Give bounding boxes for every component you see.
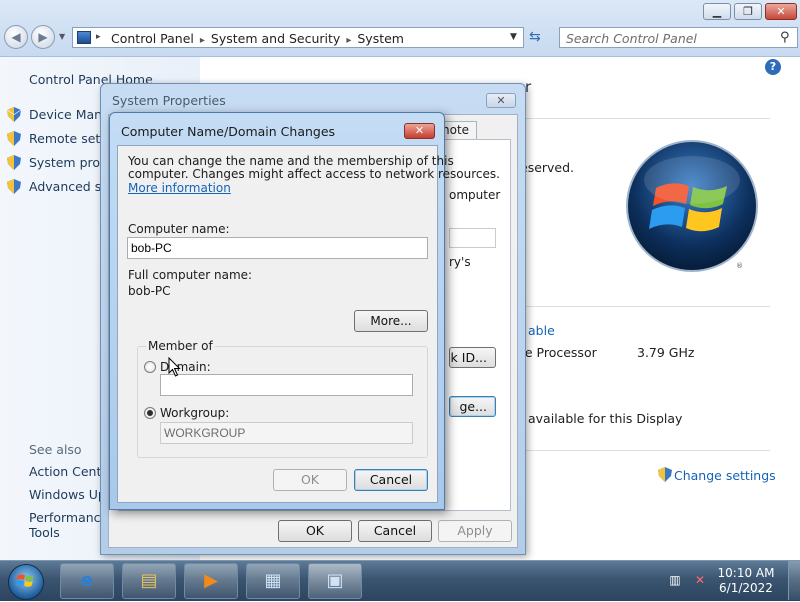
pen-touch-fragment: available for this Display [528,411,683,426]
computer-name-dialog-close-button[interactable]: ✕ [404,123,435,139]
network-tray-icon[interactable]: ▥ [667,572,683,588]
member-of-label: Member of [146,339,215,353]
action-center-link[interactable]: Action Cente [29,464,109,479]
full-computer-name-label: Full computer name: [128,268,253,282]
section-divider [526,450,770,451]
windows-explorer-icon[interactable]: ▤ [122,563,176,599]
address-bar[interactable]: ▸ Control Panel ▸ System and Security ▸ Syst… [72,27,524,48]
breadcrumb: Control Panel ▸ System and Security ▸ System [111,31,410,46]
recent-pages-icon[interactable]: ▼ [59,32,65,41]
performance-link[interactable]: Performance [29,510,108,525]
breadcrumb-arrow-icon[interactable]: ▸ [96,32,101,42]
copyright-fragment: eserved. [520,160,575,175]
example-fragment: ry's [449,255,471,269]
more-button[interactable]: More... [354,310,428,332]
windows-logo-icon [626,140,758,272]
shield-icon [7,131,21,146]
section-divider [526,118,770,119]
shield-icon [658,467,672,482]
breadcrumb-system[interactable]: System [357,31,404,46]
explorer-toolbar: ▁ ❐ ✕ ◀ ▶ ▼ ▸ Control Panel ▸ System and S… [0,0,800,57]
search-icon[interactable]: ⚲ [780,30,790,45]
processor-fragment: re Processor [520,345,597,360]
see-also-heading: See also [29,442,82,457]
breadcrumb-system-security[interactable]: System and Security [211,31,340,46]
system-properties-close-button[interactable]: ✕ [486,93,516,108]
ok-button[interactable]: OK [278,520,352,542]
description-fragment: omputer [449,188,501,202]
network-id-button[interactable]: k ID... [449,347,496,368]
workgroup-radio[interactable] [144,407,156,419]
shield-icon [7,179,21,194]
volume-muted-tray-icon[interactable]: ✕ [692,572,708,588]
close-button[interactable]: ✕ [765,3,797,20]
section-divider [526,306,770,307]
change-settings-link[interactable]: Change settings [674,468,776,483]
computer-name-dialog: Computer Name/Domain Changes ✕ You can c… [109,112,500,510]
more-information-link[interactable]: More information [128,181,231,195]
shield-icon [7,155,21,170]
cancel-button[interactable]: Cancel [358,520,432,542]
workgroup-input[interactable] [160,422,413,444]
control-panel-icon [77,31,91,44]
clock-date: 6/1/2022 [719,581,773,595]
clock-time: 10:10 AM [717,566,775,580]
breadcrumb-control-panel[interactable]: Control Panel [111,31,194,46]
performance-tools-link[interactable]: Tools [29,525,60,540]
search-input[interactable]: Search Control Panel [566,31,697,46]
breadcrumb-arrow-icon[interactable]: ▸ [200,35,205,46]
apply-button[interactable]: Apply [438,520,512,542]
rating-link-fragment[interactable]: able [528,323,555,338]
cancel-button[interactable]: Cancel [354,469,428,491]
breadcrumb-arrow-icon[interactable]: ▸ [346,35,351,46]
domain-radio[interactable] [144,361,156,373]
full-computer-name-value: bob-PC [128,284,171,298]
minimize-button[interactable]: ▁ [703,3,731,20]
workgroup-label[interactable]: Workgroup: [160,406,229,420]
computer-name-input[interactable] [127,237,428,259]
description-line-1: You can change the name and the membersh… [128,154,454,168]
system-properties-taskbar-icon[interactable]: ▣ [308,563,362,599]
mouse-cursor-icon [168,357,181,377]
maximize-button[interactable]: ❐ [734,3,762,20]
processor-speed: 3.79 GHz [637,345,695,360]
windows-start-icon [15,574,34,587]
description-line-2: computer. Changes might affect access to… [128,167,500,181]
refresh-icon[interactable]: ⇆ [529,29,541,45]
computer-name-dialog-body: You can change the name and the membersh… [117,145,500,503]
show-desktop-button[interactable] [788,561,800,600]
computer-name-dialog-title: Computer Name/Domain Changes [121,124,336,139]
help-icon[interactable]: ? [765,59,781,75]
system-properties-title: System Properties [112,93,226,108]
computer-description-field[interactable] [449,228,496,248]
control-panel-taskbar-icon[interactable]: ▦ [246,563,300,599]
media-player-icon[interactable]: ▶ [184,563,238,599]
computer-name-label: Computer name: [128,222,230,236]
domain-input[interactable] [160,374,413,396]
taskbar-clock[interactable]: 10:10 AM 6/1/2022 [716,566,776,596]
change-button[interactable]: ge... [449,396,496,417]
start-button[interactable] [8,564,44,600]
forward-icon[interactable]: ▶ [31,25,55,49]
ok-button[interactable]: OK [273,469,347,491]
search-box[interactable]: Search Control Panel ⚲ [559,27,798,48]
shield-icon [7,107,21,122]
address-dropdown-icon[interactable]: ▼ [510,32,517,42]
internet-explorer-icon[interactable]: e [60,563,114,599]
registered-mark: ® [736,262,743,270]
back-icon[interactable]: ◀ [4,25,28,49]
